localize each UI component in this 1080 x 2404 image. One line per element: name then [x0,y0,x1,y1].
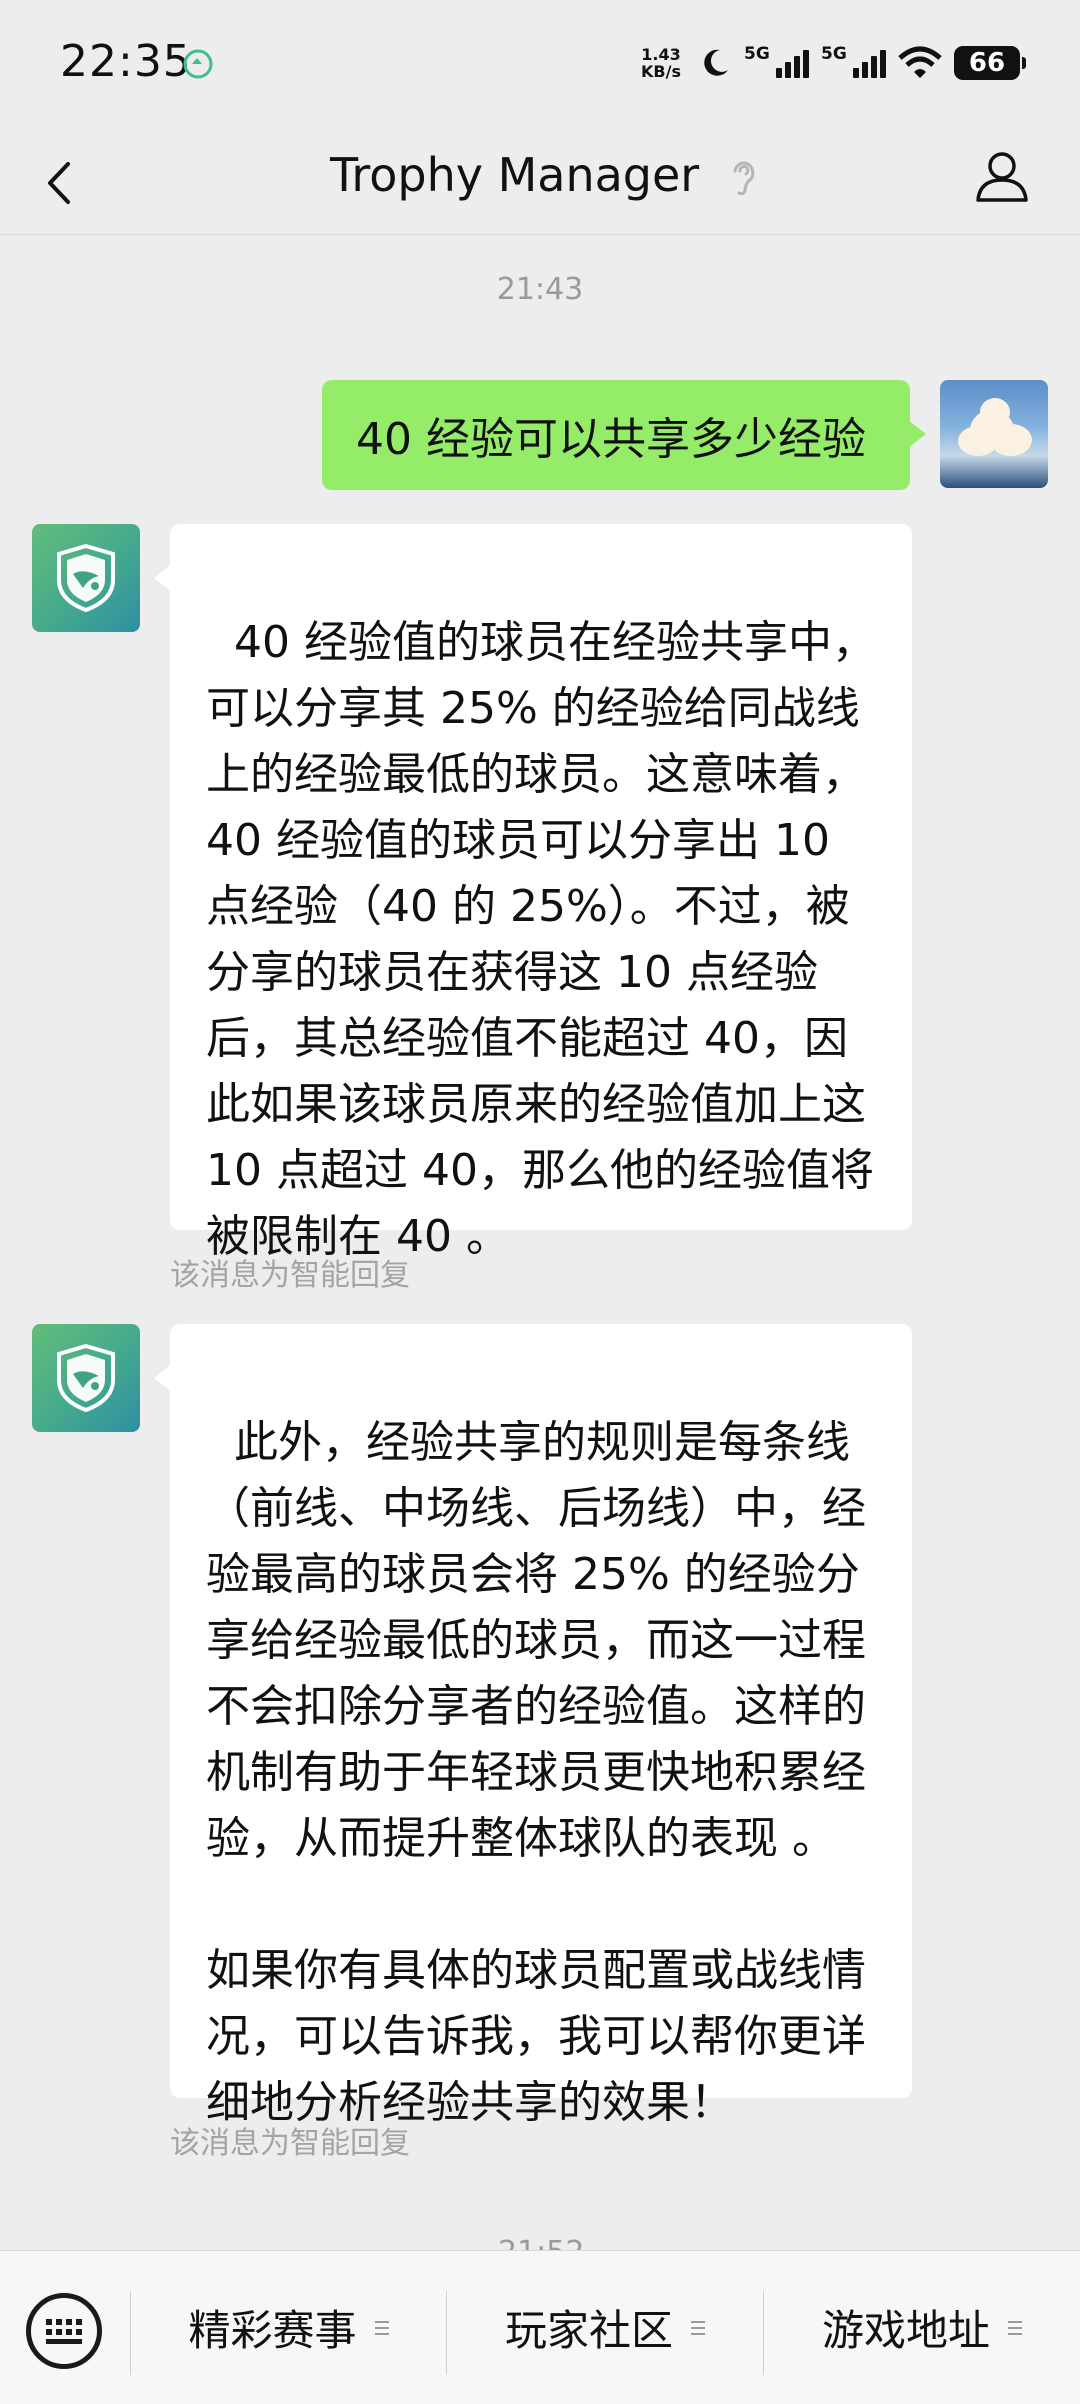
chat-header: Trophy Manager [0,130,1080,235]
outgoing-message-bubble[interactable]: 40 经验可以共享多少经验 [322,380,926,490]
menu-item-community[interactable]: 玩家社区 [447,2251,763,2404]
status-indicators: 1.43 KB/s 5G 5G 66 [636,38,1026,88]
signal-sim1-icon: 5G [744,44,809,78]
chat-title-group: Trophy Manager [330,148,761,202]
bot-avatar[interactable] [32,1324,140,1432]
sim1-label: 5G [744,44,770,64]
bottom-menu-bar: 精彩赛事 玩家社区 游戏地址 [0,2250,1080,2404]
bot-avatar[interactable] [32,524,140,632]
incoming-message-text: 40 经验值的球员在经验共享中，可以分享其 25% 的经验给同战线上的经验最低的… [206,617,880,1262]
incoming-message-bubble[interactable]: 此外，经验共享的规则是每条线（前线、中场线、后场线）中，经验最高的球员会将 25… [154,1324,912,2128]
menu-lines-icon [1008,2320,1022,2335]
person-icon[interactable] [972,146,1032,206]
status-time: 22:35 [60,36,192,87]
menu-lines-icon [691,2320,705,2335]
sim2-label: 5G [821,44,847,64]
shield-logo-icon [57,543,115,613]
message-timestamp: 21:43 [496,272,584,307]
signal-sim2-icon: 5G [821,44,886,78]
battery-indicator: 66 [954,46,1026,80]
keyboard-icon[interactable] [26,2293,102,2369]
menu-lines-icon [374,2320,389,2335]
status-bar: 22:35 1.43 KB/s 5G 5G 66 [0,0,1080,130]
incoming-message-bubble[interactable]: 40 经验值的球员在经验共享中，可以分享其 25% 的经验给同战线上的经验最低的… [154,524,912,1262]
outgoing-message-text: 40 经验可以共享多少经验 [356,414,866,465]
incoming-message-text: 此外，经验共享的规则是每条线（前线、中场线、后场线）中，经验最高的球员会将 25… [206,1417,866,2128]
ear-icon [733,161,755,196]
network-speed: 1.43 KB/s [636,46,686,80]
chevron-left-icon[interactable] [40,158,80,208]
moon-icon [704,49,728,76]
wifi-icon [898,46,942,78]
chat-title: Trophy Manager [330,148,700,202]
recycle-notification-icon [183,49,213,79]
menu-item-label: 玩家社区 [504,2306,673,2355]
menu-item-label: 游戏地址 [821,2306,990,2355]
smart-reply-hint: 该消息为智能回复 [170,1258,410,1293]
shield-logo-icon [57,1343,115,1413]
menu-item-events[interactable]: 精彩赛事 [131,2251,446,2404]
menu-item-game-address[interactable]: 游戏地址 [764,2251,1080,2404]
network-speed-unit: KB/s [641,62,681,81]
smart-reply-hint: 该消息为智能回复 [170,2126,410,2161]
network-speed-value: 1.43 [641,45,681,64]
user-avatar[interactable] [940,380,1048,488]
menu-item-label: 精彩赛事 [188,2306,357,2355]
